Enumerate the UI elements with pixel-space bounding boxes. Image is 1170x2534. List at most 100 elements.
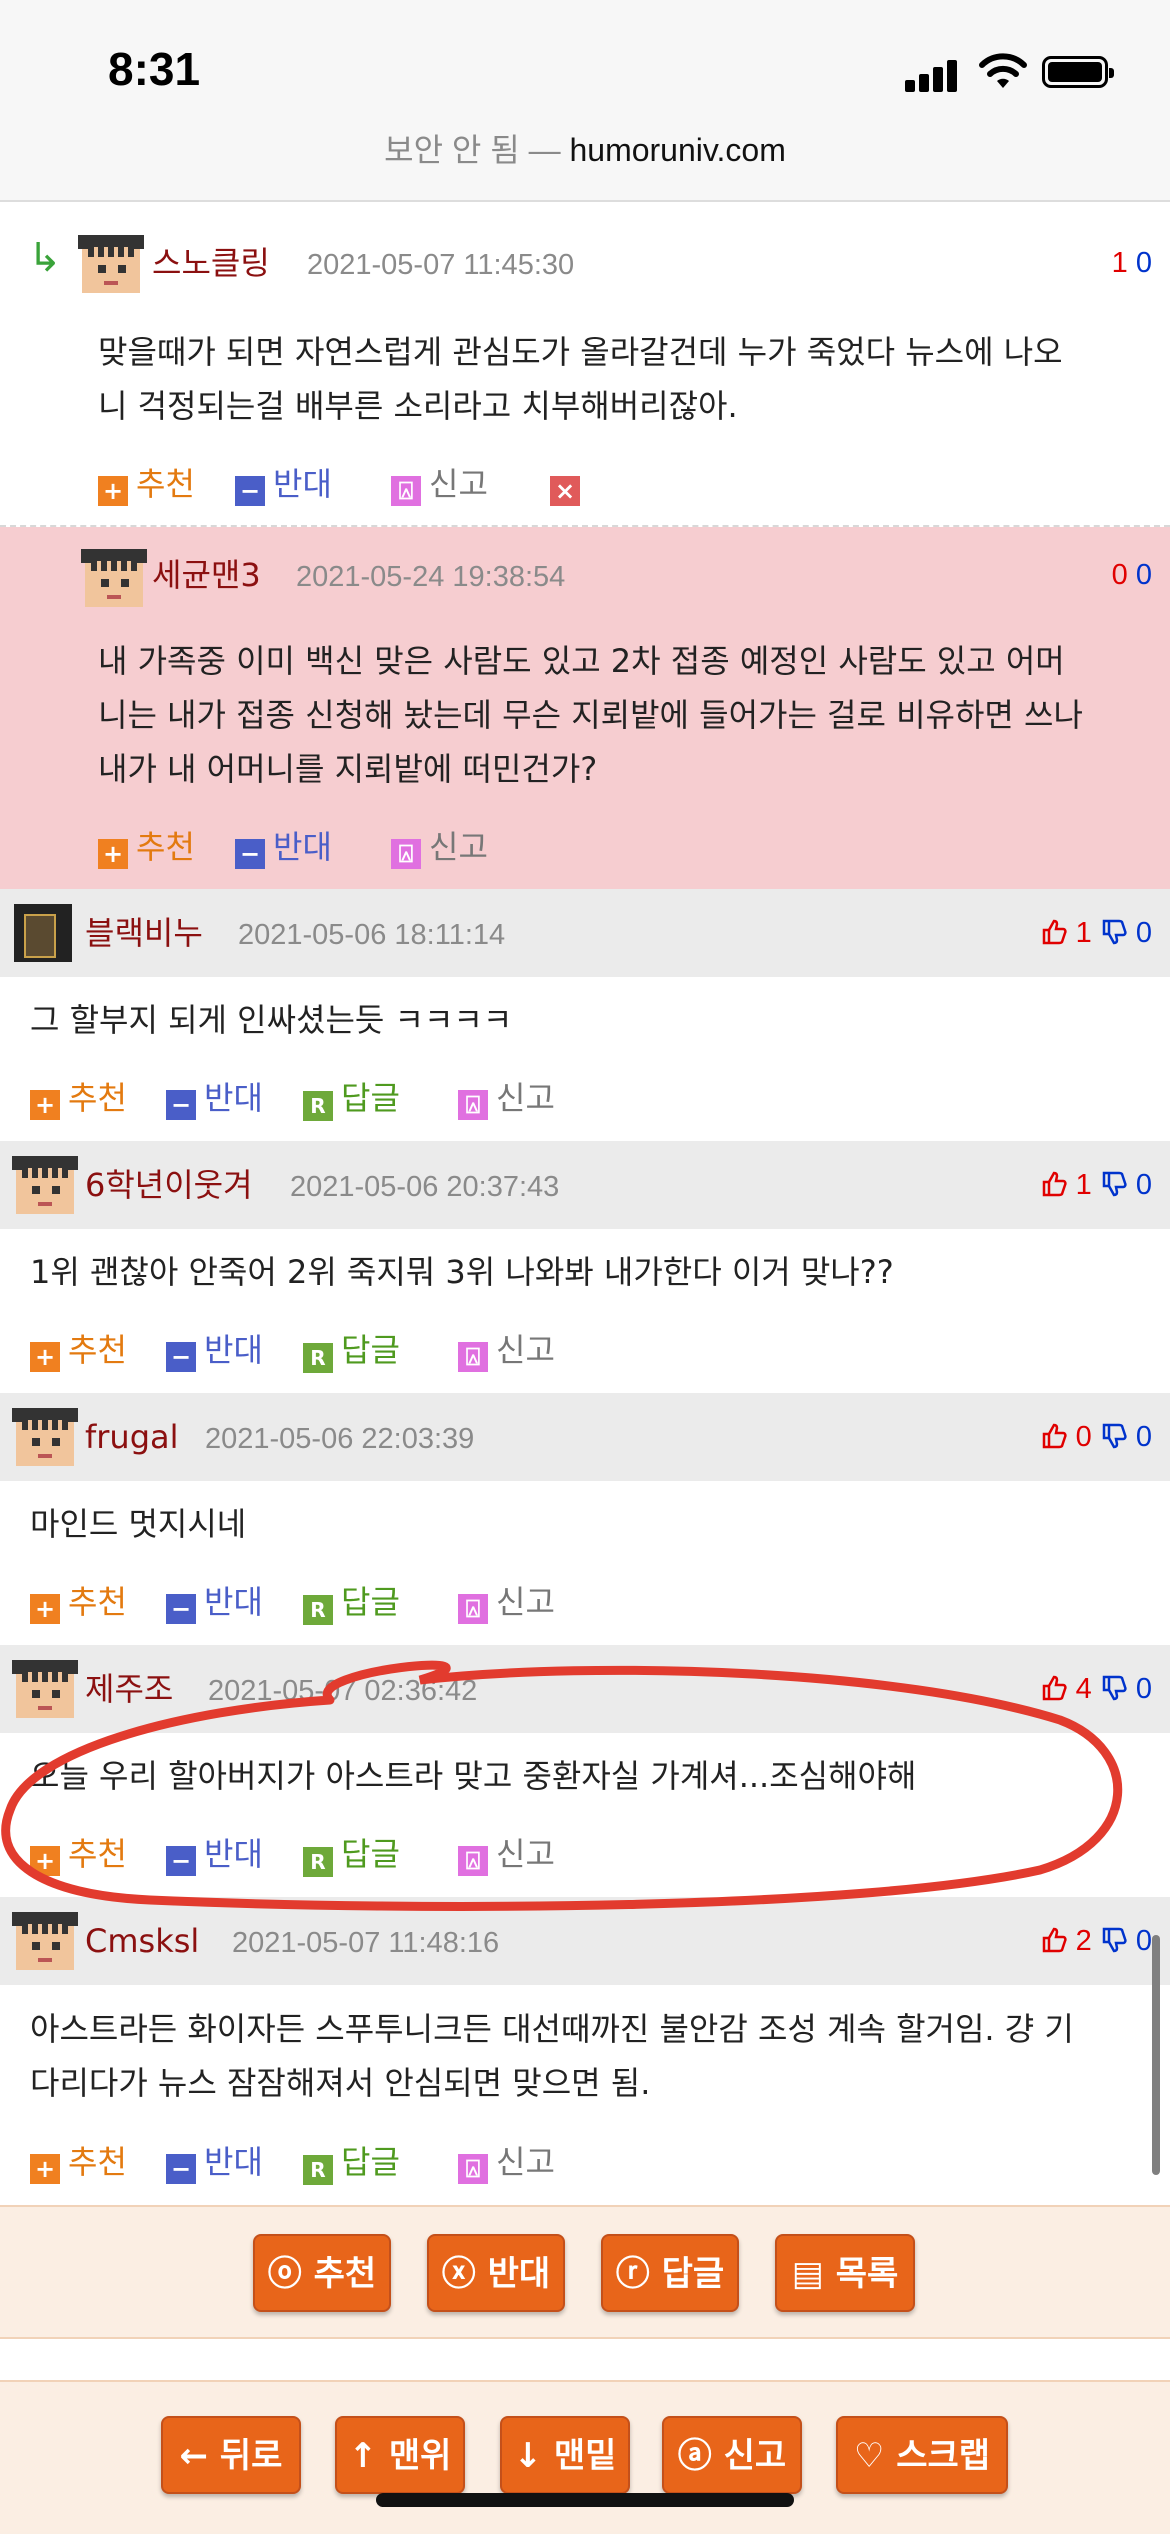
oppose-button[interactable]: − 반대 (166, 2140, 263, 2184)
reply-button[interactable]: R 답글 (303, 1832, 400, 1877)
oppose-button[interactable]: − 반대 (166, 1832, 263, 1876)
minus-icon: − (166, 1342, 196, 1372)
recommend-button[interactable]: + 추천 (30, 1832, 127, 1876)
vote-count: 2 0 (1040, 1921, 1152, 1961)
comment: frugal 2021-05-06 22:03:39 0 0 마인드 멋지시네 … (0, 1393, 1170, 1645)
reply-button[interactable]: R 답글 (303, 1328, 400, 1373)
avatar[interactable] (81, 549, 147, 607)
comment-author[interactable]: 세균맨3 (152, 555, 261, 595)
downvote-count: 0 (1135, 247, 1152, 279)
avatar[interactable] (12, 1660, 78, 1718)
thumbs-up-icon (1042, 1423, 1067, 1449)
report-post-button[interactable]: ⓐ 신고 (662, 2416, 802, 2494)
comment-author[interactable]: 블랙비누 (85, 913, 203, 953)
scroll-bottom-button[interactable]: ↓ 맨밑 (500, 2416, 630, 2494)
reply-icon: R (303, 1343, 333, 1373)
comment-date: 2021-05-06 22:03:39 (205, 1423, 475, 1455)
back-button[interactable]: ← 뒤로 (161, 2416, 301, 2494)
report-button[interactable]: ⍓ 신고 (458, 1580, 555, 1624)
recommend-button[interactable]: + 추천 (30, 1580, 127, 1624)
report-button[interactable]: ⍓ 신고 (458, 1328, 555, 1372)
post-oppose-button[interactable]: ⓧ 반대 (427, 2234, 565, 2312)
report-button[interactable]: ⍓ 신고 (458, 2140, 555, 2184)
oppose-button[interactable]: − 반대 (166, 1076, 263, 1120)
comment-actions: + 추천 − 반대 R 답글 ⍓ 신고 (30, 1328, 730, 1373)
minus-icon: − (166, 2154, 196, 2184)
reply-icon: R (303, 1595, 333, 1625)
scroll-top-button[interactable]: ↑ 맨위 (335, 2416, 465, 2494)
downvote-count: 0 (1135, 1421, 1152, 1453)
comment-header (0, 1645, 1170, 1733)
comment-body: 오늘 우리 할아버지가 아스트라 맞고 중환자실 가계셔...조심해야해 (30, 1757, 917, 1795)
comment-author[interactable]: 제주조 (85, 1669, 173, 1709)
cellular-signal-icon (905, 58, 961, 92)
scrollbar[interactable] (1152, 1935, 1160, 2175)
recommend-button[interactable]: + 추천 (30, 2140, 127, 2184)
home-indicator[interactable] (376, 2493, 794, 2507)
report-button[interactable]: ⍓ 신고 (391, 825, 488, 869)
downvote-count: 0 (1135, 917, 1152, 949)
comment-actions: + 추천 − 반대 R 답글 ⍓ 신고 (30, 1076, 730, 1121)
comment-reply-highlighted: 세균맨3 2021-05-24 19:38:54 0 0 내 가족중 이미 백신… (0, 527, 1170, 889)
comment-actions: + 추천 − 반대 ⍓ 신고 (98, 825, 698, 869)
reply-button[interactable]: R 답글 (303, 1076, 400, 1121)
minus-icon: − (166, 1594, 196, 1624)
delete-button[interactable]: × (550, 462, 588, 506)
comment-author[interactable]: 6학년이웃겨 (85, 1165, 253, 1205)
comment-date: 2021-05-06 18:11:14 (238, 919, 506, 951)
vote-count: 0 0 (1040, 1417, 1152, 1457)
comment-date: 2021-05-07 02:36:42 (208, 1675, 478, 1707)
scrap-button[interactable]: ♡ 스크랩 (836, 2416, 1008, 2494)
post-reply-button[interactable]: ⓡ 답글 (601, 2234, 739, 2312)
downvote-count: 0 (1135, 1925, 1152, 1957)
upvote-count: 1 (1075, 1169, 1092, 1201)
recommend-button[interactable]: + 추천 (30, 1328, 127, 1372)
minus-icon: − (235, 476, 265, 506)
reply-button[interactable]: R 답글 (303, 2140, 400, 2185)
comment-actions: + 추천 − 반대 R 답글 ⍓ 신고 (30, 2140, 730, 2185)
avatar[interactable] (12, 1408, 78, 1466)
siren-icon: ⍓ (458, 1594, 488, 1624)
comment-author[interactable]: frugal (85, 1417, 179, 1457)
thumbs-down-icon (1102, 1423, 1127, 1449)
siren-icon: ⍓ (391, 476, 421, 506)
avatar[interactable] (78, 235, 144, 293)
recommend-button[interactable]: + 추천 (30, 1076, 127, 1120)
avatar[interactable] (12, 1156, 78, 1214)
post-action-bar: ⓞ 추천 ⓧ 반대 ⓡ 답글 ▤ 목록 (0, 2205, 1170, 2339)
thumbs-up-icon (1042, 1927, 1067, 1953)
oppose-button[interactable]: − 반대 (235, 462, 332, 506)
siren-icon: ⍓ (458, 2154, 488, 2184)
report-button[interactable]: ⍓ 신고 (391, 462, 488, 506)
vote-count: 1 0 (1040, 1165, 1152, 1205)
oppose-button[interactable]: − 반대 (166, 1328, 263, 1372)
post-recommend-button[interactable]: ⓞ 추천 (253, 2234, 391, 2312)
minus-icon: − (235, 839, 265, 869)
oppose-button[interactable]: − 반대 (235, 825, 332, 869)
siren-icon: ⍓ (458, 1090, 488, 1120)
recommend-button[interactable]: + 추천 (98, 462, 195, 506)
thumbs-down-icon (1102, 1675, 1127, 1701)
address-bar[interactable]: 보안 안 됨 — humoruniv.com (0, 120, 1170, 202)
insecure-label: 보안 안 됨 — (384, 132, 561, 168)
reply-button[interactable]: R 답글 (303, 1580, 400, 1625)
upvote-count: 0 (1075, 1421, 1092, 1453)
comment: 6학년이웃겨 2021-05-06 20:37:43 1 0 1위 괜찮아 안죽… (0, 1141, 1170, 1393)
avatar[interactable] (14, 904, 72, 962)
recommend-button[interactable]: + 추천 (98, 825, 195, 869)
reply-icon: R (303, 1847, 333, 1877)
thumbs-down-icon (1102, 919, 1127, 945)
comment-actions: + 추천 − 반대 R 답글 ⍓ 신고 (30, 1832, 730, 1877)
list-button[interactable]: ▤ 목록 (775, 2234, 915, 2312)
thumbs-up-icon (1042, 919, 1067, 945)
plus-icon: + (30, 2154, 60, 2184)
oppose-button[interactable]: − 반대 (166, 1580, 263, 1624)
avatar[interactable] (12, 1912, 78, 1970)
thumbs-down-icon (1102, 1171, 1127, 1197)
comment-body: 그 할부지 되게 인싸셨는듯 ㅋㅋㅋㅋ (30, 1001, 513, 1039)
comment-author[interactable]: 스노클링 (152, 243, 270, 283)
report-button[interactable]: ⍓ 신고 (458, 1832, 555, 1876)
comment-author[interactable]: Cmsksl (85, 1921, 199, 1961)
report-button[interactable]: ⍓ 신고 (458, 1076, 555, 1120)
upvote-count: 0 (1111, 559, 1128, 591)
